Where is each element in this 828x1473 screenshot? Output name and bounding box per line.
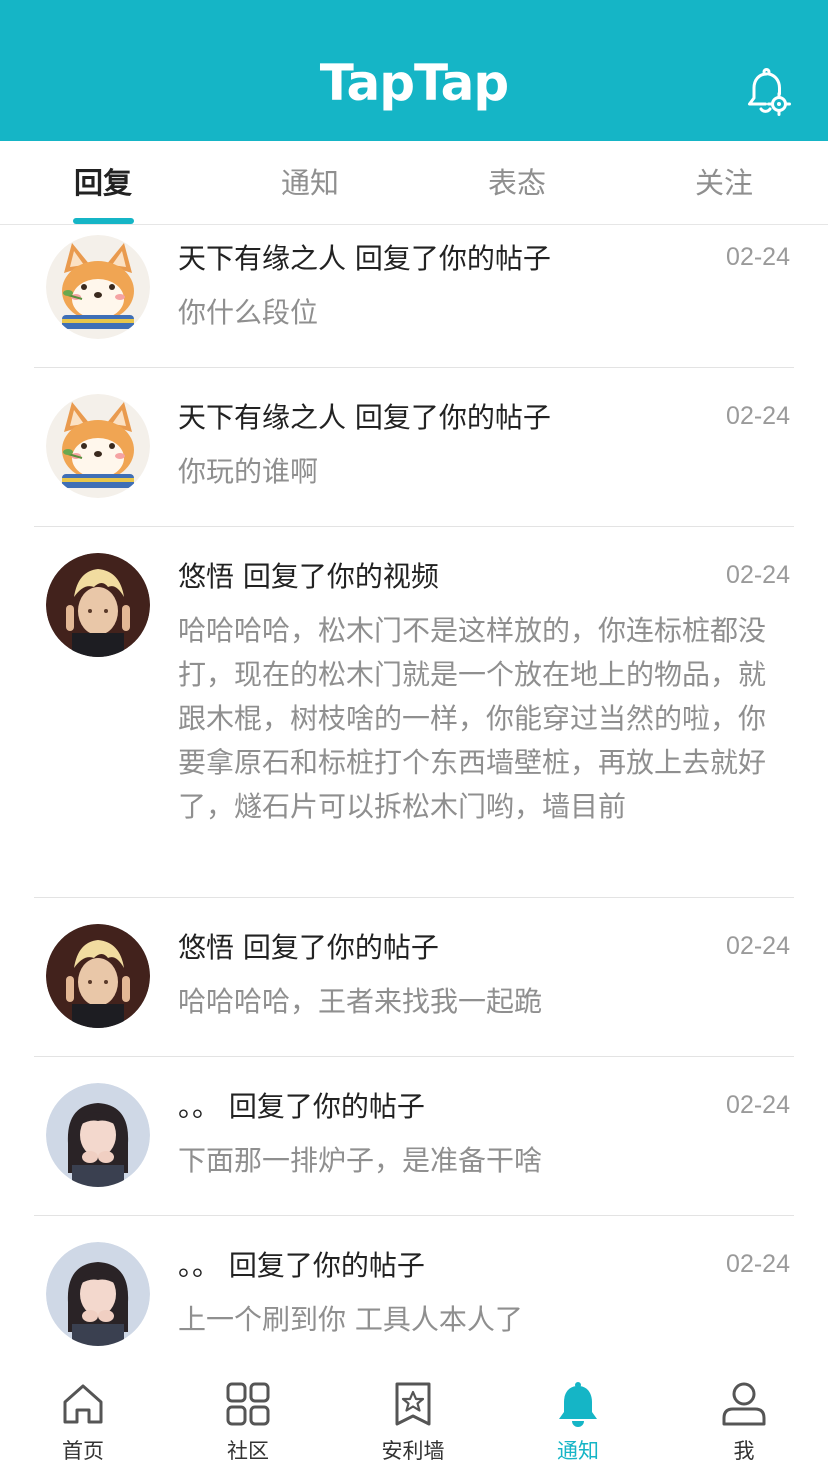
bell-icon (559, 1382, 597, 1427)
notification-title: 天下有缘之人 回复了你的帖子 (178, 401, 551, 434)
app-header: TapTap (0, 0, 828, 141)
notification-time: 02-24 (726, 402, 790, 430)
nav-home[interactable]: 首页 (23, 1380, 143, 1464)
list-item[interactable]: 。。 回复了你的帖子 02-24 下面那一排炉子，是准备干啥 (0, 1057, 828, 1216)
nav-notifications[interactable]: 通知 (518, 1380, 638, 1464)
nav-label: 我 (733, 1439, 755, 1463)
notification-time: 02-24 (726, 932, 790, 960)
notification-time: 02-24 (726, 1091, 790, 1119)
grid-icon (226, 1382, 270, 1426)
shiba-dog-avatar-icon (46, 394, 150, 498)
nav-recommend-wall[interactable]: 安利墙 (353, 1380, 473, 1464)
notification-time: 02-24 (726, 243, 790, 271)
avatar[interactable] (46, 235, 150, 339)
list-item[interactable]: 天下有缘之人 回复了你的帖子 02-24 你什么段位 (0, 225, 828, 368)
notification-time: 02-24 (726, 561, 790, 589)
blond-character-avatar-icon (46, 924, 150, 1028)
reply-list[interactable]: 天下有缘之人 回复了你的帖子 02-24 你什么段位 天下有缘之人 回复了你的帖… (0, 225, 828, 1362)
person-icon (722, 1382, 766, 1426)
list-item[interactable]: 悠悟 回复了你的帖子 02-24 哈哈哈哈，王者来找我一起跪 (0, 898, 828, 1057)
notification-title: 。。 回复了你的帖子 (178, 1090, 425, 1123)
notification-time: 02-24 (726, 1250, 790, 1278)
notification-text: 下面那一排炉子，是准备干啥 (178, 1144, 543, 1177)
nav-label: 通知 (557, 1439, 599, 1463)
tab-follow[interactable]: 关注 (644, 165, 804, 201)
notification-title: 悠悟 回复了你的视频 (178, 560, 439, 593)
bookmark-star-icon (395, 1382, 431, 1426)
tab-notify[interactable]: 通知 (230, 165, 390, 201)
avatar[interactable] (46, 924, 150, 1028)
notification-text: 你什么段位 (178, 296, 319, 329)
blond-character-avatar-icon (46, 553, 150, 657)
nav-label: 首页 (62, 1439, 104, 1463)
notification-text: 哈哈哈哈，王者来找我一起跪 (178, 985, 543, 1018)
list-item[interactable]: 。。 回复了你的帖子 02-24 上一个刷到你 工具人本人了 (0, 1216, 828, 1362)
nav-label: 安利墙 (381, 1439, 445, 1463)
bottom-nav: 首页 社区 安利墙 通知 我 (0, 1362, 828, 1473)
home-icon (63, 1384, 103, 1424)
girl-photo-avatar-icon (46, 1242, 150, 1346)
tab-reply[interactable]: 回复 (23, 165, 183, 201)
app-logo: TapTap (319, 54, 509, 112)
nav-community[interactable]: 社区 (188, 1380, 308, 1464)
list-item[interactable]: 悠悟 回复了你的视频 02-24 哈哈哈哈，松木门不是这样放的，你连标桩都没打，… (0, 527, 828, 898)
notification-title: 悠悟 回复了你的帖子 (178, 931, 439, 964)
notification-title: 天下有缘之人 回复了你的帖子 (178, 242, 551, 275)
girl-photo-avatar-icon (46, 1083, 150, 1187)
notification-text: 哈哈哈哈，松木门不是这样放的，你连标桩都没打，现在的松木门就是一个放在地上的物品… (178, 614, 767, 823)
avatar[interactable] (46, 1083, 150, 1187)
bell-settings-icon[interactable] (742, 66, 792, 116)
avatar[interactable] (46, 394, 150, 498)
avatar[interactable] (46, 1242, 150, 1346)
list-item[interactable]: 天下有缘之人 回复了你的帖子 02-24 你玩的谁啊 (0, 368, 828, 527)
notification-tabs: 回复 通知 表态 关注 (0, 141, 828, 225)
shiba-dog-avatar-icon (46, 235, 150, 339)
nav-label: 社区 (227, 1439, 269, 1463)
tab-reactions[interactable]: 表态 (437, 165, 597, 201)
active-tab-indicator (73, 218, 134, 224)
avatar[interactable] (46, 553, 150, 657)
notification-text: 上一个刷到你 工具人本人了 (178, 1303, 523, 1336)
nav-profile[interactable]: 我 (684, 1380, 804, 1464)
notification-title: 。。 回复了你的帖子 (178, 1249, 425, 1282)
notification-text: 你玩的谁啊 (178, 455, 319, 488)
